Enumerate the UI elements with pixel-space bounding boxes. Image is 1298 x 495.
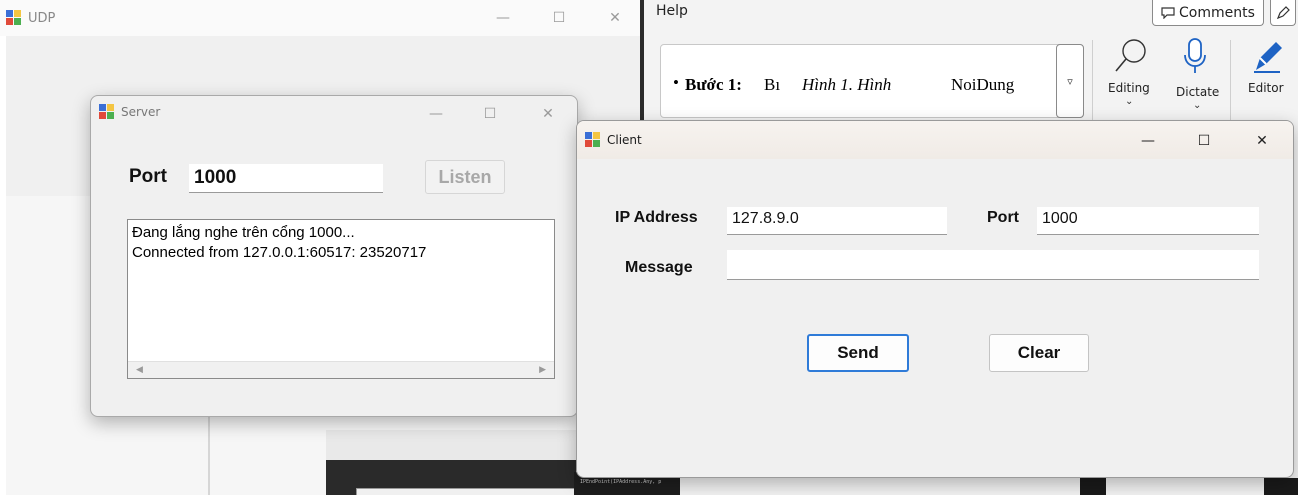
doc-canvas-gap — [1080, 478, 1106, 495]
editing-label: Editing — [1108, 81, 1150, 95]
doc-bullet: • — [673, 73, 679, 92]
server-title: Server — [121, 105, 161, 119]
doc-truncated-text: Bı — [764, 75, 781, 94]
style-dropdown-button[interactable]: ▿ — [1056, 44, 1084, 118]
server-port-label: Port — [129, 166, 167, 187]
chevron-down-icon: ⌄ — [1193, 100, 1202, 111]
comments-label: Comments — [1179, 4, 1255, 21]
dropdown-more-icon: ▿ — [1067, 74, 1073, 88]
doc-step: Bước 1: — [685, 75, 742, 94]
doc-canvas-dark-right — [1264, 478, 1298, 495]
ip-address-label: IP Address — [615, 209, 698, 226]
scroll-right-arrow-icon[interactable]: ▶ — [539, 365, 546, 375]
dictate-button[interactable]: Dictate ⌄ — [1166, 36, 1224, 118]
ribbon-divider — [1092, 40, 1093, 120]
message-input[interactable] — [727, 250, 1259, 280]
minimize-button[interactable]: — — [480, 2, 526, 34]
comments-button[interactable]: Comments — [1152, 0, 1264, 26]
app-icon — [585, 132, 601, 148]
doc-caption: Hình 1. Hình — [802, 75, 892, 94]
udp-doc-page — [326, 430, 576, 460]
client-minimize-button[interactable]: — — [1125, 125, 1171, 157]
server-window[interactable]: Server — ☐ ✕ Port 1000 Listen Đang lắng … — [90, 95, 578, 417]
listen-button[interactable]: Listen — [425, 160, 505, 194]
ip-address-input[interactable]: 127.8.9.0 — [727, 207, 947, 235]
scroll-left-arrow-icon[interactable]: ◀ — [136, 365, 143, 375]
editor-pen-icon — [1254, 42, 1282, 73]
server-log-box[interactable]: Đang lắng nghe trên cổng 1000... Connect… — [127, 219, 555, 379]
maximize-button[interactable]: ☐ — [536, 2, 582, 34]
comment-icon — [1161, 6, 1175, 19]
document-strip: • Bước 1: Bı Hình 1. Hình NoiDung — [660, 44, 1084, 118]
horizontal-scrollbar[interactable]: ◀ ▶ — [128, 361, 554, 378]
menu-help[interactable]: Help — [656, 3, 688, 19]
editing-button[interactable]: Editing ⌄ — [1100, 36, 1158, 118]
search-icon — [1115, 39, 1146, 72]
send-button[interactable]: Send — [807, 334, 909, 372]
dictate-label: Dictate — [1176, 85, 1220, 99]
pen-icon — [1276, 5, 1290, 19]
client-title: Client — [607, 133, 642, 147]
doc-style-name[interactable]: NoiDung — [951, 75, 1014, 95]
server-maximize-button[interactable]: ☐ — [467, 98, 513, 130]
microphone-icon — [1184, 38, 1206, 73]
server-close-button[interactable]: ✕ — [525, 98, 571, 130]
message-label: Message — [625, 259, 693, 276]
app-icon — [6, 10, 22, 26]
udp-doc-edge — [208, 405, 210, 495]
chevron-down-icon: ⌄ — [1125, 96, 1134, 107]
server-port-input[interactable]: 1000 — [189, 164, 383, 193]
client-window[interactable]: Client — ☐ ✕ IP Address 127.8.9.0 Port 1… — [576, 120, 1294, 478]
udp-popup-stub — [356, 488, 576, 495]
app-icon — [99, 104, 115, 120]
log-line: Connected from 127.0.0.1:60517: 23520717 — [132, 244, 427, 261]
code-snippet: IPEndPoint(IPAddress.Any, p — [580, 479, 662, 485]
client-port-label: Port — [987, 209, 1019, 226]
client-port-input[interactable]: 1000 — [1037, 207, 1259, 235]
close-button[interactable]: ✕ — [592, 2, 638, 34]
editor-button[interactable]: Editor — [1236, 36, 1298, 118]
ribbon-divider — [1230, 40, 1231, 120]
client-maximize-button[interactable]: ☐ — [1181, 125, 1227, 157]
clear-button[interactable]: Clear — [989, 334, 1089, 372]
udp-title: UDP — [28, 10, 56, 26]
server-minimize-button[interactable]: — — [413, 98, 459, 130]
edit-pen-button[interactable] — [1270, 0, 1296, 26]
editor-label: Editor — [1248, 81, 1284, 95]
log-line: Đang lắng nghe trên cổng 1000... — [132, 224, 355, 241]
client-close-button[interactable]: ✕ — [1239, 125, 1285, 157]
